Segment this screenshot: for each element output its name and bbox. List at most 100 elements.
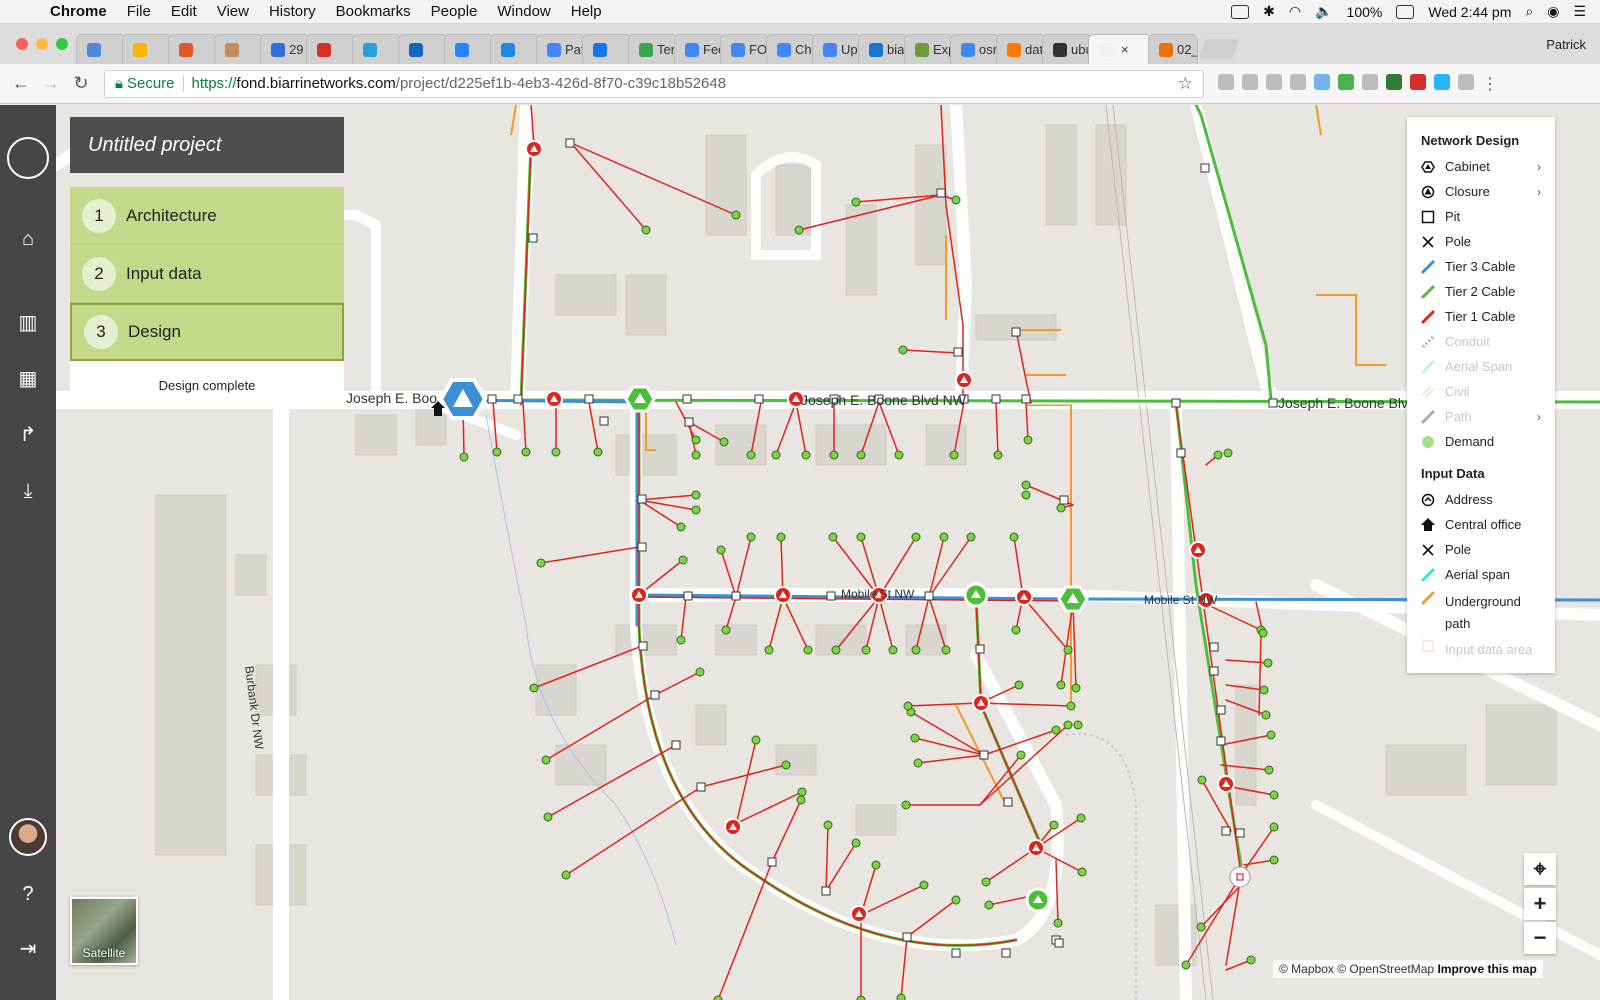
demand-point[interactable] bbox=[776, 532, 786, 542]
demand-point[interactable] bbox=[919, 880, 929, 890]
browser-tab[interactable] bbox=[168, 34, 218, 64]
demand-point[interactable] bbox=[981, 877, 991, 887]
demand-point[interactable] bbox=[1063, 720, 1073, 730]
demand-point[interactable] bbox=[1021, 490, 1031, 500]
logout-icon[interactable]: ⇥ bbox=[16, 937, 40, 961]
demand-point[interactable] bbox=[894, 450, 904, 460]
menu-people[interactable]: People bbox=[421, 3, 488, 20]
demand-point[interactable] bbox=[1223, 448, 1233, 458]
locate-icon[interactable]: ⌖ bbox=[1524, 853, 1556, 885]
extension-icon[interactable] bbox=[1410, 73, 1426, 90]
closure-icon[interactable] bbox=[1189, 541, 1207, 559]
demand-point[interactable] bbox=[1063, 645, 1073, 655]
notification-center-icon[interactable]: ☰ bbox=[1573, 3, 1586, 20]
demand-point[interactable] bbox=[951, 895, 961, 905]
pit-icon[interactable] bbox=[513, 394, 523, 404]
pit-icon[interactable] bbox=[1268, 398, 1278, 408]
demand-point[interactable] bbox=[678, 555, 688, 565]
pit-icon[interactable] bbox=[565, 138, 575, 148]
pit-icon[interactable] bbox=[936, 188, 946, 198]
legend-item-underground-path[interactable]: Underground path bbox=[1421, 587, 1541, 635]
closure-icon[interactable] bbox=[972, 694, 990, 712]
browser-tab[interactable]: FO bbox=[720, 34, 770, 64]
demand-point[interactable] bbox=[676, 522, 686, 532]
wifi-icon[interactable]: ◠ bbox=[1289, 3, 1301, 20]
address-bar[interactable]: 🔒︎ Secure https://fond.biarrinetworks.co… bbox=[104, 69, 1204, 98]
mapbox-attribution-link[interactable]: © Mapbox bbox=[1279, 962, 1334, 976]
demand-point[interactable] bbox=[746, 450, 756, 460]
reload-icon[interactable]: ↻ bbox=[66, 73, 96, 94]
demand-point[interactable] bbox=[1021, 480, 1031, 490]
pit-icon[interactable] bbox=[528, 233, 538, 243]
demand-point[interactable] bbox=[861, 645, 871, 655]
pit-icon[interactable] bbox=[1001, 948, 1011, 958]
zoom-in-button[interactable]: + bbox=[1524, 888, 1556, 920]
legend-item-tier-2-cable[interactable]: Tier 2 Cable bbox=[1421, 279, 1541, 304]
demand-point[interactable] bbox=[898, 345, 908, 355]
legend-item-input-data-area[interactable]: Input data area bbox=[1421, 635, 1541, 661]
demand-point[interactable] bbox=[1266, 730, 1276, 740]
cabinet-icon[interactable] bbox=[1025, 887, 1051, 913]
browser-tab[interactable]: Upl bbox=[812, 34, 862, 64]
pit-icon[interactable] bbox=[637, 494, 647, 504]
closure-icon[interactable] bbox=[630, 586, 648, 604]
project-title[interactable]: Untitled project bbox=[70, 117, 344, 173]
demand-point[interactable] bbox=[993, 450, 1003, 460]
map-icon[interactable]: ▥ bbox=[16, 311, 40, 335]
demand-point[interactable] bbox=[801, 450, 811, 460]
demand-point[interactable] bbox=[716, 545, 726, 555]
demand-point[interactable] bbox=[641, 225, 651, 235]
demand-point[interactable] bbox=[1197, 775, 1207, 785]
clock[interactable]: Wed 2:44 pm bbox=[1428, 4, 1511, 20]
browser-tab[interactable]: 29 bbox=[260, 34, 310, 64]
demand-point[interactable] bbox=[911, 532, 921, 542]
pit-icon[interactable] bbox=[599, 416, 609, 426]
pit-icon[interactable] bbox=[826, 591, 836, 601]
react-devtools-icon[interactable] bbox=[1314, 73, 1330, 90]
demand-point[interactable] bbox=[984, 900, 994, 910]
demand-point[interactable] bbox=[1016, 750, 1026, 760]
demand-point[interactable] bbox=[1181, 960, 1191, 970]
pit-icon[interactable] bbox=[1059, 495, 1069, 505]
browser-tab[interactable] bbox=[122, 34, 172, 64]
demand-point[interactable] bbox=[536, 558, 546, 568]
table-icon[interactable]: ▦ bbox=[16, 367, 40, 391]
extension-icon[interactable] bbox=[1266, 73, 1282, 90]
chevron-right-icon[interactable]: › bbox=[1537, 160, 1541, 174]
demand-point[interactable] bbox=[593, 447, 603, 457]
vimium-icon[interactable] bbox=[1386, 73, 1402, 90]
pit-icon[interactable] bbox=[696, 782, 706, 792]
demand-point[interactable] bbox=[541, 755, 551, 765]
cors-extension-icon[interactable] bbox=[1338, 73, 1354, 90]
demand-point[interactable] bbox=[492, 447, 502, 457]
menu-view[interactable]: View bbox=[207, 3, 259, 20]
back-arrow-icon[interactable]: ← bbox=[6, 73, 36, 94]
legend-item-conduit[interactable]: Conduit bbox=[1421, 329, 1541, 354]
menu-edit[interactable]: Edit bbox=[161, 3, 207, 20]
demand-point[interactable] bbox=[1246, 955, 1256, 965]
demand-point[interactable] bbox=[751, 735, 761, 745]
pit-icon[interactable] bbox=[584, 394, 594, 404]
pit-icon[interactable] bbox=[1176, 448, 1186, 458]
cabinet-icon[interactable] bbox=[963, 582, 989, 608]
demand-point[interactable] bbox=[1053, 918, 1063, 928]
closure-icon[interactable] bbox=[774, 586, 792, 604]
demand-point[interactable] bbox=[871, 860, 881, 870]
menu-bookmarks[interactable]: Bookmarks bbox=[326, 3, 421, 20]
closure-icon[interactable] bbox=[1217, 775, 1235, 793]
pit-icon[interactable] bbox=[487, 394, 497, 404]
demand-point[interactable] bbox=[1269, 855, 1279, 865]
legend-item-central-office[interactable]: Central office bbox=[1421, 512, 1541, 537]
browser-tab[interactable]: Exp bbox=[904, 34, 954, 64]
demand-point[interactable] bbox=[1264, 765, 1274, 775]
close-window-button[interactable] bbox=[16, 38, 28, 50]
demand-point[interactable] bbox=[691, 450, 701, 460]
bookmark-star-icon[interactable]: ☆ bbox=[1178, 74, 1193, 94]
pit-icon[interactable] bbox=[767, 857, 777, 867]
closure-icon[interactable] bbox=[955, 371, 973, 389]
chevron-right-icon[interactable]: › bbox=[1537, 185, 1541, 199]
browser-tab[interactable] bbox=[582, 34, 632, 64]
demand-point[interactable] bbox=[888, 645, 898, 655]
satellite-toggle[interactable]: Satellite bbox=[70, 897, 138, 965]
demand-point[interactable] bbox=[851, 197, 861, 207]
